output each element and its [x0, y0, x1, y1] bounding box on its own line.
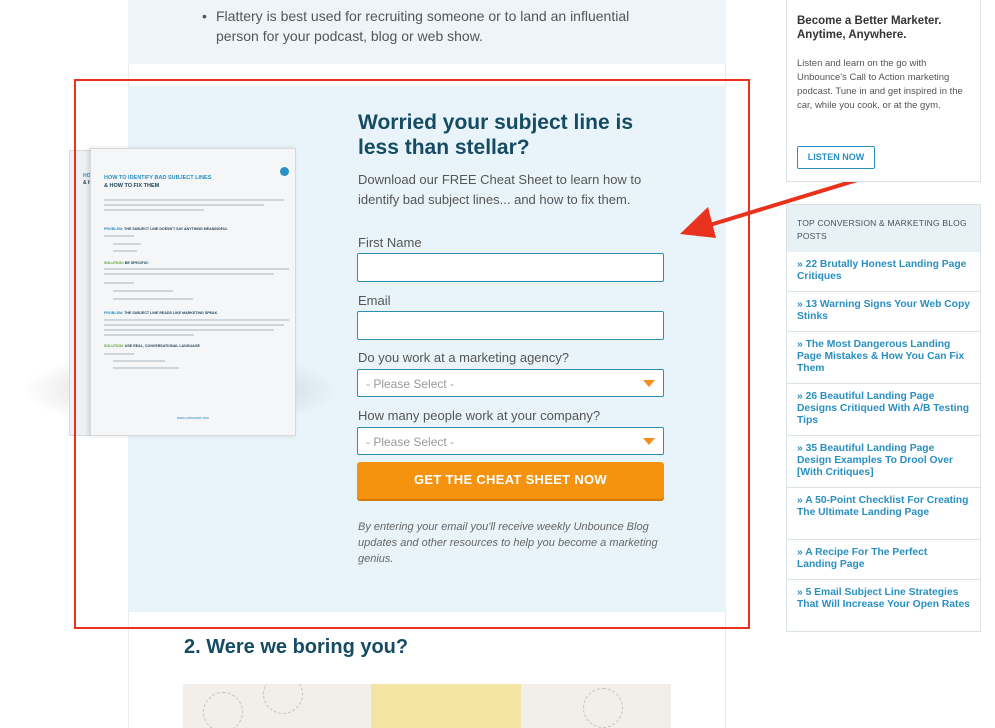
decorative-sprig — [263, 684, 303, 714]
post-link[interactable]: » 13 Warning Signs Your Web Copy Stinks — [787, 292, 980, 332]
post-link[interactable]: » A Recipe For The Perfect Landing Page — [787, 540, 980, 580]
annotation-highlight-box — [74, 79, 750, 629]
section-heading: 2. Were we boring you? — [184, 636, 409, 658]
listen-now-button[interactable]: LISTEN NOW — [797, 146, 875, 169]
post-link[interactable]: » 5 Email Subject Line Strategies That W… — [787, 580, 980, 631]
post-link[interactable]: » 22 Brutally Honest Landing Page Critiq… — [787, 252, 980, 292]
top-posts-card: TOP CONVERSION & MARKETING BLOG POSTS » … — [786, 204, 981, 632]
post-link[interactable]: » 35 Beautiful Landing Page Design Examp… — [787, 436, 980, 488]
bullet-item: Flattery is best used for recruiting som… — [202, 6, 656, 46]
post-link[interactable]: » 26 Beautiful Landing Page Designs Crit… — [787, 384, 980, 436]
post-link[interactable]: » A 50-Point Checklist For Creating The … — [787, 488, 980, 540]
post-link[interactable]: » The Most Dangerous Landing Page Mistak… — [787, 332, 980, 384]
section-image — [183, 684, 671, 728]
podcast-promo-card: Become a Better Marketer. Anytime, Anywh… — [786, 0, 981, 182]
article-bullet-box: Flattery is best used for recruiting som… — [128, 0, 726, 64]
image-yellow-block — [371, 684, 521, 728]
podcast-description: Listen and learn on the go with Unbounce… — [797, 58, 963, 111]
decorative-sprig — [583, 688, 623, 728]
top-posts-header: TOP CONVERSION & MARKETING BLOG POSTS — [787, 205, 980, 252]
podcast-title: Become a Better Marketer. Anytime, Anywh… — [797, 15, 942, 41]
decorative-sprig — [203, 692, 243, 728]
bullet-list: Flattery is best used for recruiting som… — [202, 6, 656, 46]
